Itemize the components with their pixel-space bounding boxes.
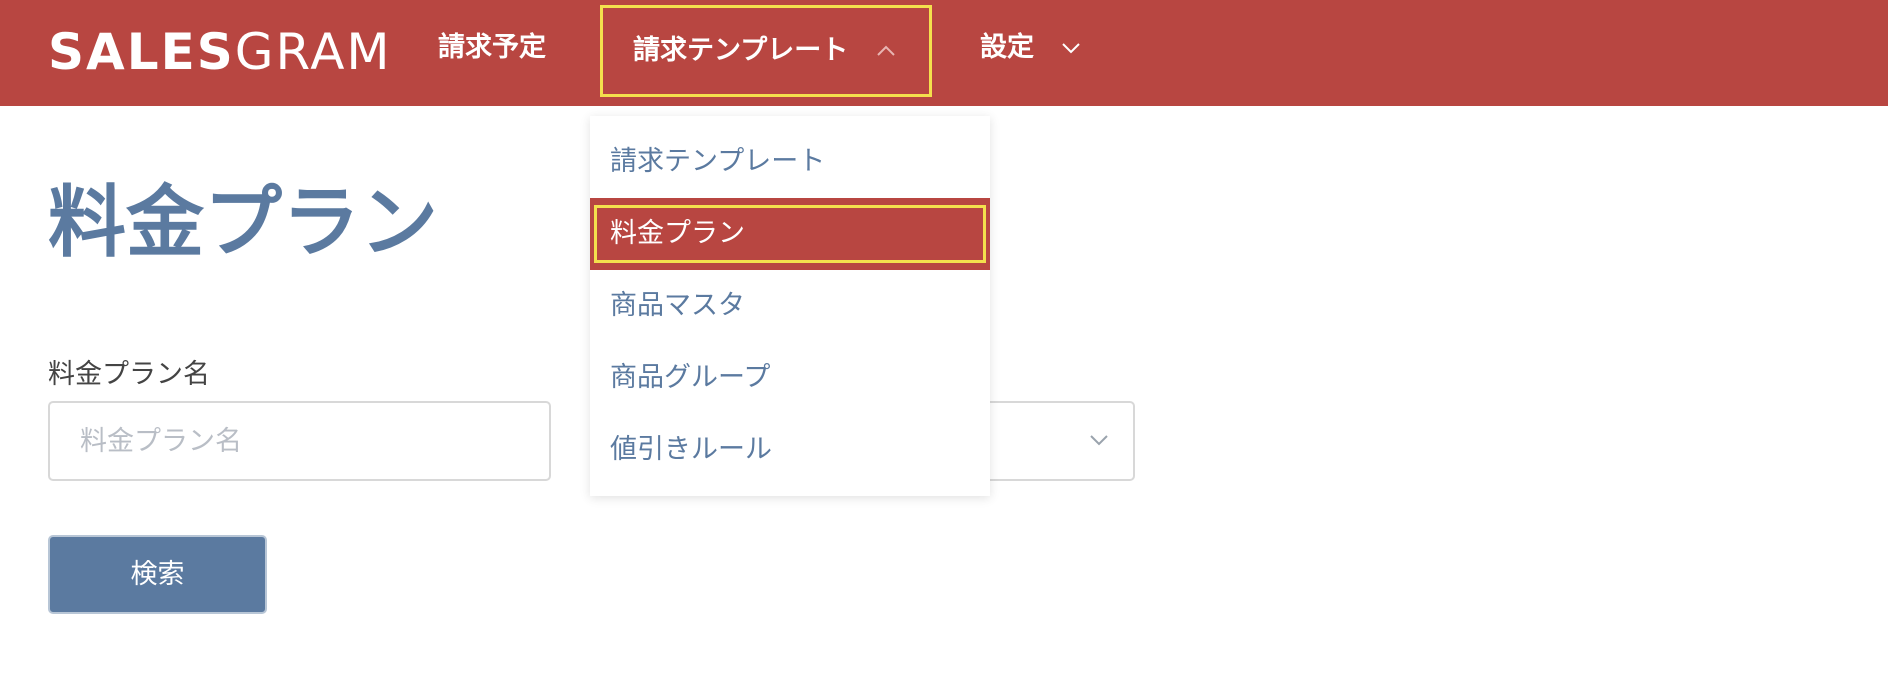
nav-item-label: 請求予定 (438, 32, 546, 63)
dropdown-item-billing-template[interactable]: 請求テンプレート (590, 126, 990, 198)
nav-item-billing-schedule[interactable]: 請求予定 (438, 0, 546, 106)
nav-item-settings[interactable]: 設定 (980, 0, 1081, 106)
nav-item-label: 請求テンプレート (633, 35, 849, 66)
dropdown-item-label: 請求テンプレート (610, 146, 826, 177)
dropdown-item-label: 商品グループ (610, 362, 771, 393)
logo-bold-text: SALES (48, 23, 235, 81)
nav-item-label: 設定 (980, 32, 1034, 63)
nav-item-billing-template[interactable]: 請求テンプレート (600, 5, 932, 97)
dropdown-item-label: 商品マスタ (610, 290, 745, 321)
chevron-down-icon (1061, 0, 1081, 94)
salesgram-logo[interactable]: SALESGRAM (48, 22, 392, 82)
billing-template-dropdown-menu: 請求テンプレート 料金プラン 商品マスタ 商品グループ 値引きルール (590, 116, 990, 496)
chevron-down-icon (1089, 432, 1109, 451)
selection-highlight (594, 205, 986, 263)
dropdown-item-label: 値引きルール (610, 434, 772, 465)
chevron-up-icon (876, 6, 896, 92)
dropdown-item-product-group[interactable]: 商品グループ (590, 342, 990, 414)
plan-name-label: 料金プラン名 (48, 359, 210, 390)
top-navbar: SALESGRAM 請求予定 請求テンプレート 設定 (0, 0, 1888, 106)
page-title: 料金プラン (48, 178, 439, 268)
search-button[interactable]: 検索 (48, 535, 267, 614)
plan-name-input[interactable] (48, 401, 551, 481)
logo-light-text: GRAM (234, 23, 392, 81)
dropdown-item-product-master[interactable]: 商品マスタ (590, 270, 990, 342)
dropdown-item-pricing-plan[interactable]: 料金プラン (590, 198, 990, 270)
dropdown-item-discount-rule[interactable]: 値引きルール (590, 414, 990, 486)
